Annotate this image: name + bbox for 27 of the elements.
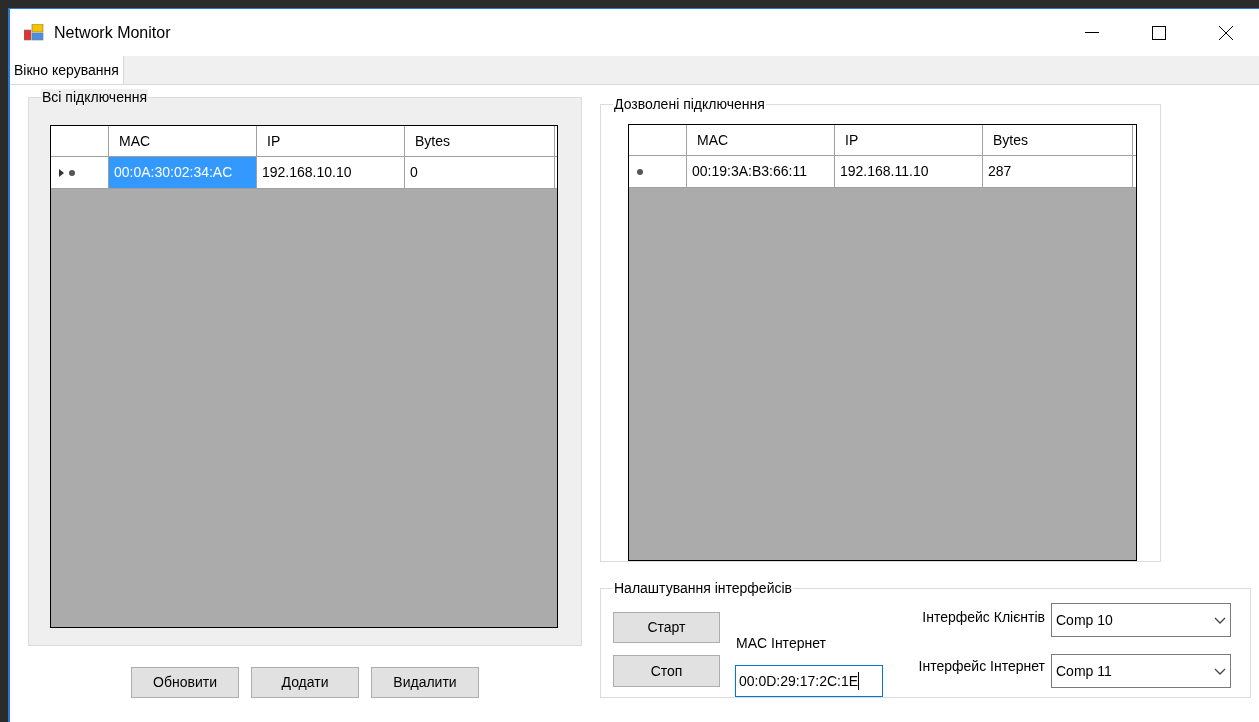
window-title: Network Monitor (54, 22, 171, 43)
push-button[interactable]: Стоп (613, 655, 720, 687)
group-title: Всі підключення (41, 89, 148, 105)
column-header[interactable]: IP (835, 125, 983, 155)
push-button[interactable]: Видалити (371, 667, 479, 698)
mac-field[interactable]: 00:0D:29:17:2C:1E (735, 665, 883, 697)
push-button[interactable]: Старт (613, 612, 720, 643)
field-label: MAC Інтернет (736, 634, 827, 653)
dropdown[interactable]: Comp 10 (1051, 603, 1231, 637)
field-label: Інтерфейс Клієнтів (921, 608, 1045, 627)
group-title: Дозволені підключення (613, 96, 766, 112)
chevron-down-icon (1214, 616, 1226, 624)
group-title: Налаштування інтерфейсів (613, 580, 793, 596)
data-grid[interactable]: MAC IP Bytes 00:19:3A:B3:66:11 192.168.11.10 287 (628, 124, 1137, 561)
chevron-down-icon (1214, 667, 1226, 675)
app-icon (24, 23, 44, 42)
column-header[interactable]: Bytes (405, 126, 555, 156)
column-header[interactable]: MAC (109, 126, 257, 156)
column-header[interactable]: MAC (687, 125, 835, 155)
column-header[interactable]: Bytes (983, 125, 1133, 155)
column-header[interactable]: IP (257, 126, 405, 156)
data-grid[interactable]: MAC IP Bytes 00:0A:30:02:34:AC 192.168.10.10 0 (50, 125, 558, 628)
push-button[interactable]: Додати (251, 667, 359, 698)
tab[interactable]: Вікно керування (10, 56, 124, 84)
push-button[interactable]: Обновити (131, 667, 239, 698)
field-label: Інтерфейс Інтернет (917, 657, 1045, 676)
dropdown[interactable]: Comp 11 (1051, 654, 1231, 688)
